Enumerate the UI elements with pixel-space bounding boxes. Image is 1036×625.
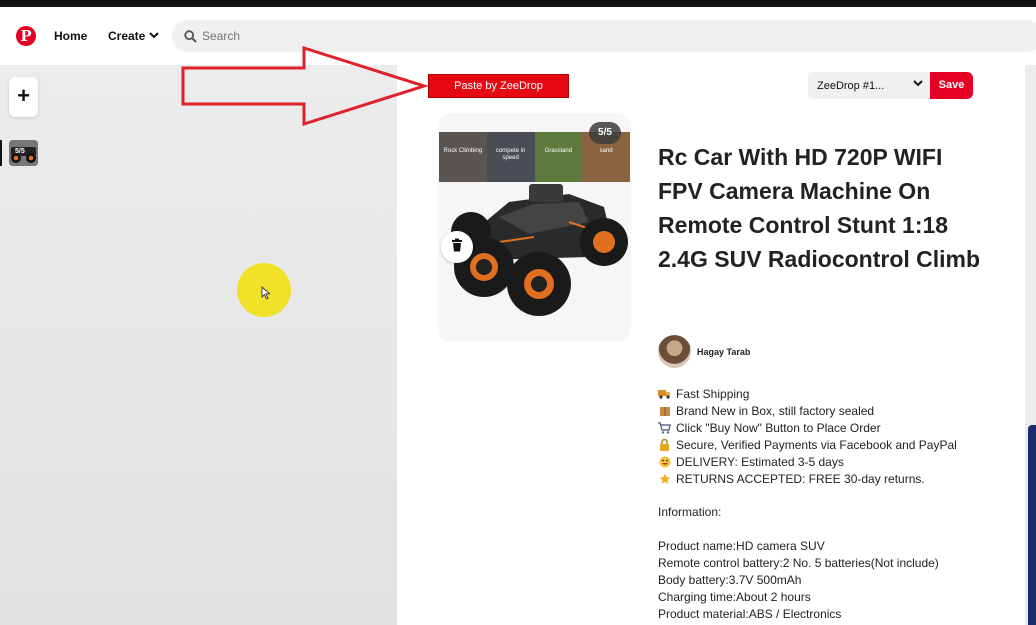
nav-home-link[interactable]: Home xyxy=(54,29,87,43)
strip-label: Grassland xyxy=(544,148,573,154)
pin-drafts-panel xyxy=(0,65,397,625)
lock-icon xyxy=(658,438,671,452)
strip-label: compete in speed xyxy=(495,148,526,161)
save-button[interactable]: Save xyxy=(930,72,973,99)
strip-label: sand xyxy=(599,148,613,154)
nav-create-menu[interactable]: Create xyxy=(108,29,160,43)
draft-thumbnail-badge: 5/5 xyxy=(15,148,25,155)
mouse-cursor-icon xyxy=(261,285,271,305)
pin-image[interactable]: Rock Climbing compete in speed Grassland… xyxy=(439,114,630,341)
rc-car-illustration xyxy=(439,182,630,341)
paste-by-zeedrop-button[interactable]: Paste by ZeeDrop xyxy=(428,74,569,98)
info-heading: Information: xyxy=(658,505,722,520)
feature-text: Brand New in Box, still factory sealed xyxy=(676,403,875,418)
add-pin-button[interactable]: + xyxy=(9,77,38,117)
right-edge-accent xyxy=(1028,425,1036,625)
spec-line: Remote control battery:2 No. 5 batteries… xyxy=(658,556,939,571)
strip-cell: Rock Climbing xyxy=(439,132,487,182)
nav-create-label: Create xyxy=(108,29,146,43)
feature-text: DELIVERY: Estimated 3-5 days xyxy=(676,454,844,469)
cart-icon xyxy=(658,422,671,434)
strip-cell: Grassland xyxy=(534,132,583,182)
smile-icon xyxy=(658,456,671,468)
chevron-down-icon xyxy=(913,79,923,90)
author-name: Hagay Tarab xyxy=(697,347,751,357)
trash-icon xyxy=(451,238,463,257)
list-item: Secure, Verified Payments via Facebook a… xyxy=(658,437,1018,454)
star-icon xyxy=(658,473,671,485)
feature-text: RETURNS ACCEPTED: FREE 30-day returns. xyxy=(676,471,925,486)
selected-thumb-marker xyxy=(0,140,2,166)
truck-icon xyxy=(658,388,671,400)
delete-image-button[interactable] xyxy=(441,231,473,263)
search-input[interactable] xyxy=(202,29,602,43)
strip-cell: compete in speed xyxy=(486,132,535,182)
board-select[interactable]: ZeeDrop #1... xyxy=(808,72,930,99)
search-icon xyxy=(182,28,198,44)
feature-text: Secure, Verified Payments via Facebook a… xyxy=(676,437,957,452)
image-counter-badge: 5/5 xyxy=(589,122,621,144)
annotation-arrow-icon xyxy=(180,45,430,132)
pin-description[interactable]: Fast Shipping Brand New in Box, still fa… xyxy=(658,386,1018,623)
chevron-down-icon xyxy=(149,31,160,42)
list-item: RETURNS ACCEPTED: FREE 30-day returns. xyxy=(658,471,1018,488)
pinterest-logo-icon[interactable]: P xyxy=(16,26,36,46)
list-item: Fast Shipping xyxy=(658,386,1018,403)
top-navigation-bar: P Home Create xyxy=(0,7,1036,65)
spec-line: Charging time:About 2 hours xyxy=(658,589,811,604)
right-edge-panel xyxy=(1025,65,1036,625)
spec-line: Product name:HD camera SUV xyxy=(658,539,825,554)
list-item: Brand New in Box, still factory sealed xyxy=(658,403,1018,420)
board-select-value: ZeeDrop #1... xyxy=(817,79,885,92)
spec-line: Body battery:3.7V 500mAh xyxy=(658,572,802,587)
author-avatar xyxy=(658,335,691,368)
feature-text: Fast Shipping xyxy=(676,387,750,401)
spec-line: Product material:ABS / Electronics xyxy=(658,606,842,621)
window-top-strip xyxy=(0,0,1036,7)
pin-title[interactable]: Rc Car With HD 720P WIFI FPV Camera Mach… xyxy=(658,140,988,276)
list-item: Click "Buy Now" Button to Place Order xyxy=(658,420,1018,437)
feature-text: Click "Buy Now" Button to Place Order xyxy=(676,420,881,435)
package-icon xyxy=(658,405,671,417)
list-item: DELIVERY: Estimated 3-5 days xyxy=(658,454,1018,471)
draft-thumbnail[interactable]: 5/5 xyxy=(9,140,38,166)
strip-label: Rock Climbing xyxy=(443,148,483,154)
